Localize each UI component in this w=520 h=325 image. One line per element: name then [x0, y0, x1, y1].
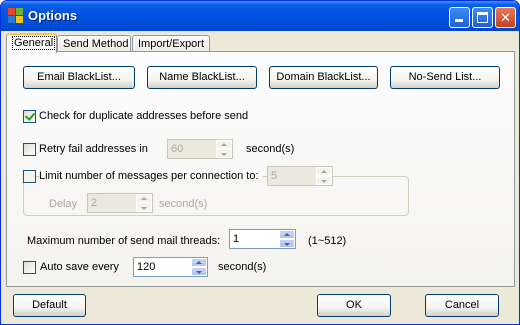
limit-messages-checkbox[interactable] [23, 170, 36, 183]
limit-messages-value: 5 [271, 170, 278, 182]
auto-save-label[interactable]: Auto save every [40, 261, 119, 273]
max-threads-stepper[interactable]: 1 [229, 229, 296, 249]
tab-general[interactable]: General [6, 33, 57, 53]
title-bar[interactable]: Options ✕ [1, 1, 519, 31]
auto-save-stepper[interactable]: 120 [133, 257, 208, 277]
tab-import-export[interactable]: Import/Export [132, 35, 210, 52]
spin-down-icon[interactable] [216, 149, 232, 158]
retry-fail-label[interactable]: Retry fail addresses in [39, 143, 148, 155]
spin-up-icon[interactable] [136, 194, 152, 203]
spin-down-icon[interactable] [316, 176, 332, 185]
close-button[interactable]: ✕ [495, 7, 516, 28]
auto-save-value[interactable]: 120 [137, 261, 155, 273]
ok-button[interactable]: OK [317, 294, 391, 317]
domain-blacklist-button[interactable]: Domain BlackList... [269, 66, 378, 89]
delay-unit: second(s) [159, 198, 208, 210]
max-threads-label: Maximum number of send mail threads: [27, 235, 221, 247]
maximize-icon [477, 12, 488, 23]
check-duplicates-label[interactable]: Check for duplicate addresses before sen… [39, 110, 248, 122]
retry-seconds-value: 60 [171, 143, 184, 155]
delay-value: 2 [91, 197, 98, 209]
retry-seconds-stepper[interactable]: 60 [167, 139, 233, 159]
tab-send-method[interactable]: Send Method [57, 35, 131, 52]
name-blacklist-button[interactable]: Name BlackList... [147, 66, 257, 89]
check-duplicates-checkbox[interactable] [23, 110, 36, 123]
maximize-button[interactable] [472, 7, 493, 28]
cancel-button[interactable]: Cancel [425, 294, 499, 317]
limit-messages-stepper[interactable]: 5 [267, 166, 333, 186]
max-threads-range: (1~512) [308, 235, 347, 247]
max-threads-value[interactable]: 1 [233, 233, 239, 245]
close-icon: ✕ [500, 10, 511, 25]
spin-up-icon[interactable] [279, 230, 295, 239]
delay-label: Delay [49, 198, 78, 210]
spin-up-icon[interactable] [191, 258, 207, 267]
spin-down-icon[interactable] [136, 203, 152, 212]
auto-save-checkbox[interactable] [23, 261, 36, 274]
spin-up-icon[interactable] [216, 140, 232, 149]
connection-limit-group [23, 176, 409, 216]
retry-seconds-unit: second(s) [246, 143, 295, 155]
minimize-icon [455, 19, 463, 22]
email-blacklist-button[interactable]: Email BlackList... [23, 66, 135, 89]
retry-fail-checkbox[interactable] [23, 143, 36, 156]
minimize-button[interactable] [449, 7, 470, 28]
spin-down-icon[interactable] [279, 239, 295, 248]
no-send-list-button[interactable]: No-Send List... [390, 66, 500, 89]
spin-down-icon[interactable] [191, 267, 207, 276]
delay-stepper[interactable]: 2 [87, 193, 153, 213]
options-dialog: Options ✕ General Send Method Import/Exp… [0, 0, 520, 325]
spin-up-icon[interactable] [316, 167, 332, 176]
general-tab-panel: Email BlackList... Name BlackList... Dom… [6, 51, 515, 287]
app-windows-logo-icon [8, 8, 24, 24]
auto-save-unit: second(s) [218, 261, 267, 273]
default-button[interactable]: Default [13, 294, 86, 317]
limit-messages-label[interactable]: Limit number of messages per connection … [39, 170, 262, 182]
window-title: Options [28, 8, 78, 23]
